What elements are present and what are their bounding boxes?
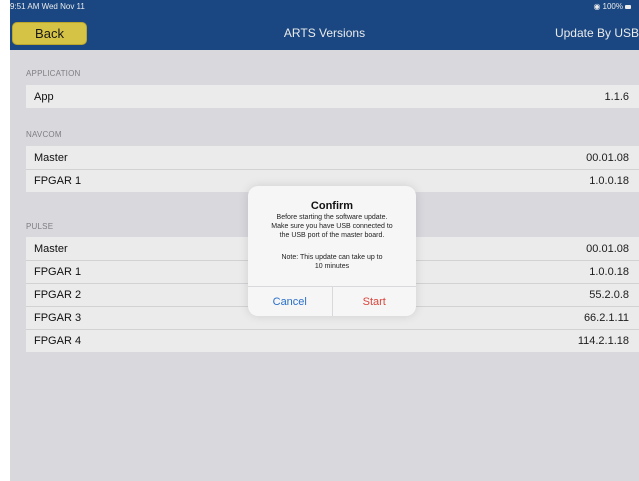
dialog-actions: Cancel Start — [248, 286, 416, 316]
dialog-message-line: Before starting the software update. — [276, 214, 388, 221]
start-button[interactable]: Start — [333, 287, 417, 316]
dialog-message: Before starting the software update. Mak… — [252, 213, 412, 240]
cancel-button[interactable]: Cancel — [248, 287, 333, 316]
dialog-message-line: Make sure you have USB connected to — [271, 223, 393, 230]
confirm-dialog: Confirm Before starting the software upd… — [248, 186, 416, 316]
dialog-note-line: Note: This update can take up to — [281, 254, 383, 261]
app-screen: 9:51 AM Wed Nov 11 ◉ 100% Back ARTS Vers… — [10, 0, 639, 481]
dialog-message-line: the USB port of the master board. — [279, 232, 385, 239]
dialog-note: Note: This update can take up to 10 minu… — [252, 253, 412, 271]
dialog-note-line: 10 minutes — [314, 263, 350, 270]
dialog-title: Confirm — [310, 200, 354, 212]
